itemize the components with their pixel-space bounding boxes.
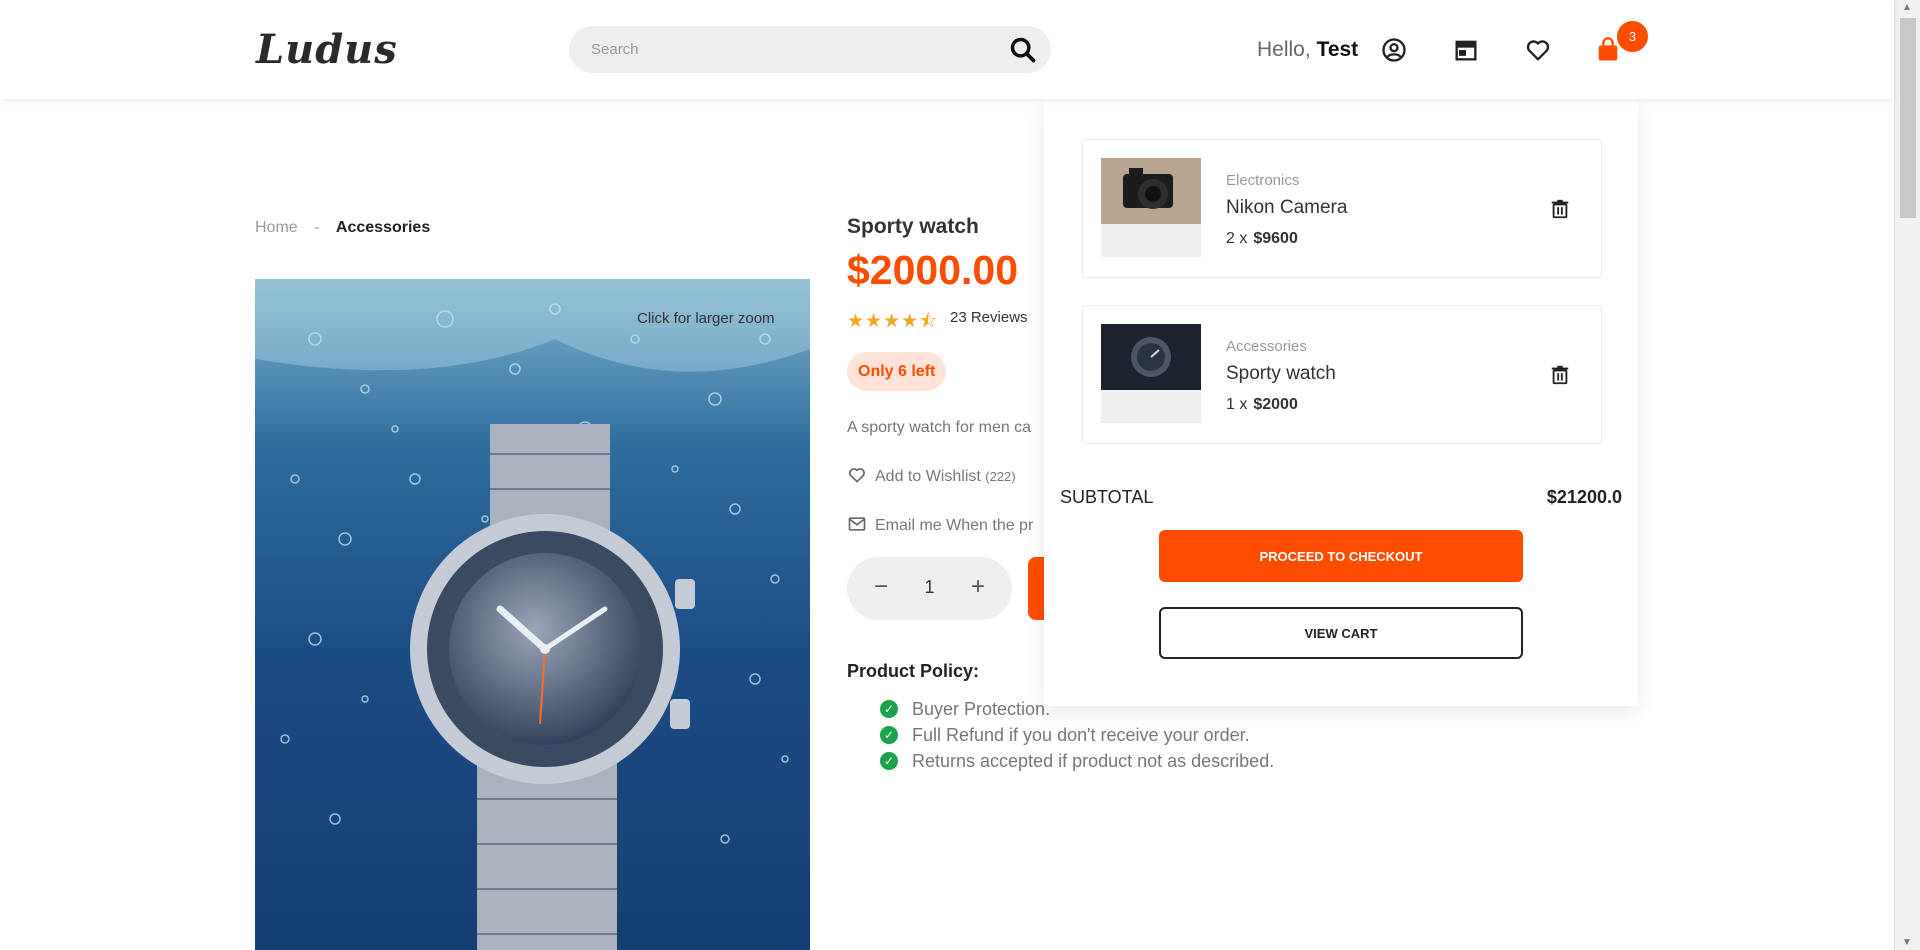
user-icon[interactable] (1380, 36, 1408, 64)
page-scrollbar[interactable]: ▲ ▼ (1894, 0, 1920, 950)
reviews-count[interactable]: 23 Reviews (950, 309, 1028, 326)
scroll-down-arrow-icon[interactable]: ▼ (1902, 937, 1912, 948)
cart-item-price: $2000 (1253, 396, 1298, 413)
product-title: Sporty watch (847, 215, 979, 238)
check-icon: ✓ (880, 700, 898, 718)
qty-value[interactable]: 1 (907, 577, 952, 598)
heart-icon[interactable] (1524, 36, 1552, 64)
policy-item: ✓ Full Refund if you don't receive your o… (880, 723, 1274, 749)
search-bar (569, 26, 1051, 73)
proceed-to-checkout-button[interactable]: PROCEED TO CHECKOUT (1159, 530, 1523, 582)
trash-icon[interactable] (1549, 197, 1571, 221)
quantity-stepper: − 1 + (847, 557, 1012, 620)
policy-text: Returns accepted if product not as descr… (912, 751, 1275, 771)
policy-text: Full Refund if you don't receive your or… (912, 725, 1250, 745)
cart-item-name[interactable]: Nikon Camera (1226, 197, 1347, 219)
camera-image (1101, 158, 1201, 224)
cart-count-badge: 3 (1617, 21, 1648, 52)
stock-badge: Only 6 left (847, 352, 947, 391)
qty-minus-button[interactable]: − (869, 573, 893, 601)
cart-item: Electronics Nikon Camera 2 x $9600 (1082, 139, 1602, 278)
policy-text: Buyer Protection. (912, 699, 1051, 719)
cart-item-qty: 2 x (1226, 230, 1248, 247)
add-to-wishlist[interactable]: Add to Wishlist (222) (847, 465, 1016, 486)
site-logo[interactable]: Ludus (256, 26, 398, 73)
trash-icon[interactable] (1549, 363, 1571, 387)
store-icon[interactable] (1452, 36, 1480, 64)
rating-stars: ★★★★⯪ (847, 311, 939, 332)
scroll-up-arrow-icon[interactable]: ▲ (1902, 2, 1912, 13)
cart-item-category: Accessories (1226, 338, 1307, 355)
greeting-text: Hello, (1257, 38, 1311, 61)
subtotal-label: SUBTOTAL (1060, 487, 1154, 507)
cart-item-name[interactable]: Sporty watch (1226, 363, 1336, 385)
cart-item-quantity: 2 x $9600 (1226, 230, 1298, 248)
breadcrumb-home[interactable]: Home (255, 219, 298, 236)
subtotal-value: $21200.0 (1546, 487, 1622, 507)
search-input[interactable] (591, 26, 991, 73)
breadcrumb: Home - Accessories (255, 219, 430, 237)
cart-item: Accessories Sporty watch 1 x $2000 (1082, 305, 1602, 444)
breadcrumb-separator: - (314, 219, 320, 236)
username: Test (1316, 38, 1359, 61)
policy-item: ✓ Returns accepted if product not as desc… (880, 749, 1274, 775)
scrollbar-thumb[interactable] (1900, 18, 1916, 218)
qty-plus-button[interactable]: + (966, 573, 990, 601)
policy-title: Product Policy: (847, 661, 980, 681)
check-icon: ✓ (880, 726, 898, 744)
zoom-hint: Click for larger zoom (637, 310, 775, 327)
cart-item-thumbnail[interactable] (1101, 158, 1201, 257)
user-greeting: Hello, Test (1257, 38, 1358, 62)
email-notify-label: Email me When the pr (875, 517, 1034, 534)
watch-image (1101, 324, 1201, 390)
policy-list: ✓ Buyer Protection. ✓ Full Refund if you d… (880, 697, 1274, 775)
breadcrumb-current: Accessories (335, 219, 431, 236)
cart-item-thumbnail[interactable] (1101, 324, 1201, 423)
cart-dropdown: Electronics Nikon Camera 2 x $9600 Access… (1044, 99, 1638, 706)
heart-outline-icon (849, 468, 865, 483)
wishlist-label: Add to Wishlist (875, 468, 981, 485)
view-cart-button[interactable]: VIEW CART (1159, 607, 1523, 659)
product-image[interactable] (255, 279, 810, 950)
site-header: Ludus Hello, Test 3 (0, 0, 1894, 99)
cart-item-category: Electronics (1226, 172, 1300, 189)
cart-item-quantity: 1 x $2000 (1226, 396, 1298, 414)
product-description: A sporty watch for men ca (847, 419, 1032, 436)
product-price: $2000.00 (847, 247, 1019, 293)
cart-item-price: $9600 (1253, 230, 1298, 247)
search-icon[interactable] (1009, 36, 1037, 64)
cart-item-qty: 1 x (1226, 396, 1248, 413)
wishlist-count: (222) (985, 469, 1016, 484)
watch-illustration (255, 279, 810, 950)
email-notify-link[interactable]: Email me When the pr (847, 514, 1033, 535)
check-icon: ✓ (880, 752, 898, 770)
envelope-icon (848, 517, 866, 531)
